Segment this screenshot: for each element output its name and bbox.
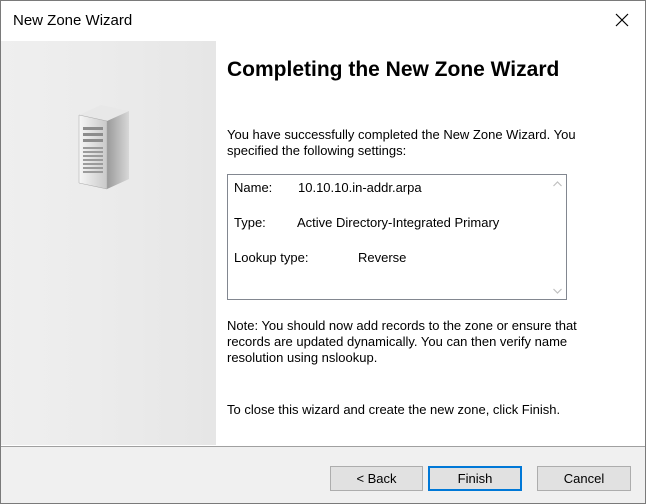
settings-key: Name: xyxy=(234,180,273,195)
cancel-button[interactable]: Cancel xyxy=(537,466,631,491)
close-icon xyxy=(615,13,629,27)
back-button[interactable]: < Back xyxy=(330,466,423,491)
settings-value: Reverse xyxy=(358,250,407,265)
chevron-down-icon xyxy=(553,288,562,294)
settings-key: Lookup type: xyxy=(234,250,309,265)
wizard-window: New Zone Wizard Completing the New Zone … xyxy=(0,0,646,504)
close-button[interactable] xyxy=(599,1,645,39)
wizard-content: Completing the New Zone Wizard You have … xyxy=(227,41,627,445)
vertical-scrollbar[interactable] xyxy=(549,175,566,299)
settings-summary-box[interactable]: Name: 10.10.10.in-addr.arpa Type: Active… xyxy=(227,174,567,300)
chevron-up-icon xyxy=(553,180,562,186)
close-instructions: To close this wizard and create the new … xyxy=(227,402,561,417)
scroll-up-button[interactable] xyxy=(549,175,566,192)
wizard-side-panel xyxy=(1,41,216,445)
settings-value: 10.10.10.in-addr.arpa xyxy=(298,180,422,195)
note-text: Note: You should now add records to the … xyxy=(227,318,577,365)
title-bar: New Zone Wizard xyxy=(1,1,645,39)
window-title: New Zone Wizard xyxy=(13,12,133,29)
intro-text: You have successfully completed the New … xyxy=(227,127,576,158)
settings-key: Type: xyxy=(234,215,266,230)
wizard-footer: < Back Finish Cancel xyxy=(1,447,645,503)
page-title: Completing the New Zone Wizard xyxy=(227,58,560,81)
scroll-down-button[interactable] xyxy=(549,282,566,299)
server-tower-icon xyxy=(78,105,129,190)
finish-button[interactable]: Finish xyxy=(428,466,522,491)
settings-value: Active Directory-Integrated Primary xyxy=(297,215,500,230)
